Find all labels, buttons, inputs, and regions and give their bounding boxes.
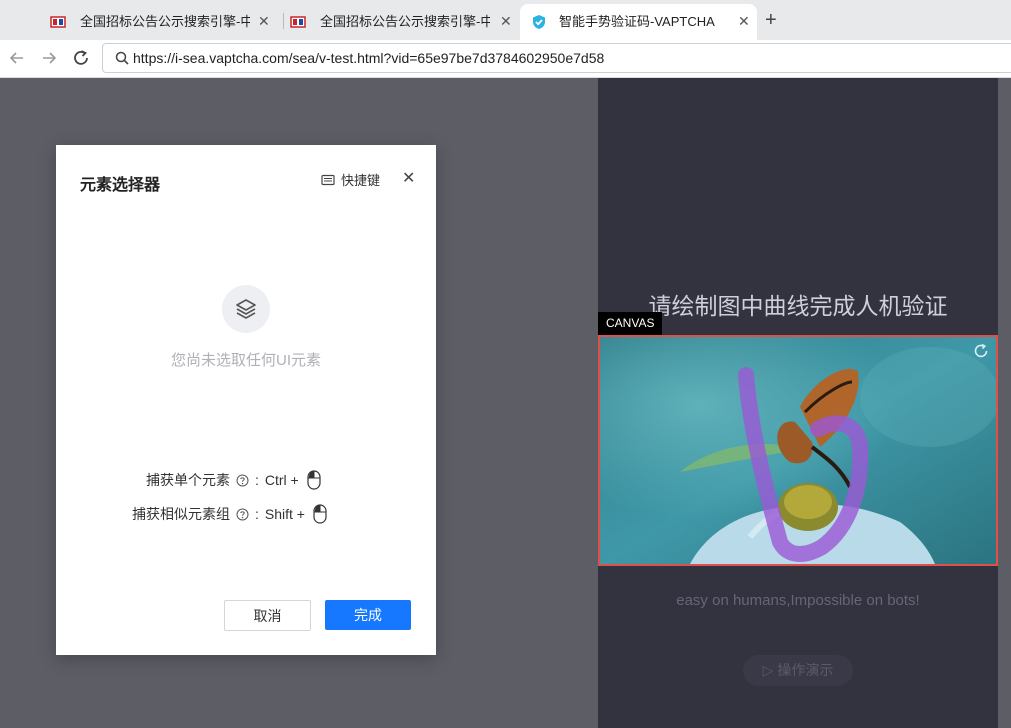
site-favicon-icon [50,16,66,28]
layers-icon [222,285,270,333]
hint-keys: Shift + [264,506,305,522]
tab-bar: 全国招标公告公示搜索引擎-中国 ✕ 全国招标公告公示搜索引擎-中国 ✕ 智能手势… [0,0,1011,40]
hint-capture-group: 捕获相似元素组 : Shift + [132,504,327,524]
captcha-canvas[interactable] [598,335,998,566]
hint-separator: : [255,472,259,488]
reload-icon[interactable] [72,49,90,67]
tab-2[interactable]: 全国招标公告公示搜索引擎-中国 ✕ [240,4,520,40]
hint-label: 捕获相似元素组 [132,506,230,522]
tab-title: 全国招标公告公示搜索引擎-中国 [320,14,490,29]
element-picker-dialog: 元素选择器 快捷键 ✕ 您尚未选取任何UI元素 捕获单个元素 : Ctrl + … [56,145,436,655]
confirm-button[interactable]: 完成 [325,600,411,630]
help-icon[interactable] [236,474,249,487]
hint-keys: Ctrl + [264,472,299,488]
empty-state-text: 您尚未选取任何UI元素 [170,352,321,369]
forward-arrow-icon[interactable] [40,49,58,67]
keyboard-icon [321,174,335,185]
demo-button[interactable]: ▷ 操作演示 [743,655,853,686]
cancel-button[interactable]: 取消 [224,600,311,631]
tab-3-active[interactable]: 智能手势验证码-VAPTCHA ✕ [520,4,757,40]
shield-check-icon [533,15,545,29]
mouse-left-click-icon [313,504,327,524]
tab-close-icon[interactable]: ✕ [738,13,750,29]
refresh-icon[interactable] [972,342,990,360]
page-edge [998,78,1011,728]
mouse-left-click-icon [307,470,321,490]
new-tab-button[interactable]: + [765,10,777,30]
tab-title: 智能手势验证码-VAPTCHA [559,14,715,29]
tab-title: 全国招标公告公示搜索引擎-中国 [80,14,250,29]
hint-label: 捕获单个元素 [146,472,230,488]
site-favicon-icon [290,16,306,28]
captcha-image [600,337,996,564]
tab-close-icon[interactable]: ✕ [500,13,512,29]
canvas-element-tag: CANVAS [598,312,663,335]
help-icon[interactable] [236,508,249,521]
address-bar[interactable]: https://i-sea.vaptcha.com/sea/v-test.htm… [102,43,1011,73]
url-text: https://i-sea.vaptcha.com/sea/v-test.htm… [133,50,605,66]
captcha-slogan: easy on humans,Impossible on bots! [676,592,920,609]
shortcut-label: 快捷键 [341,173,381,188]
dialog-title: 元素选择器 [80,177,161,194]
hint-separator: : [255,506,259,522]
hint-capture-single: 捕获单个元素 : Ctrl + [146,470,321,490]
close-icon[interactable]: ✕ [402,171,415,187]
browser-toolbar: https://i-sea.vaptcha.com/sea/v-test.htm… [0,40,1011,78]
search-icon [115,51,129,65]
shortcut-button[interactable]: 快捷键 [321,170,380,189]
back-arrow-icon[interactable] [8,49,26,67]
